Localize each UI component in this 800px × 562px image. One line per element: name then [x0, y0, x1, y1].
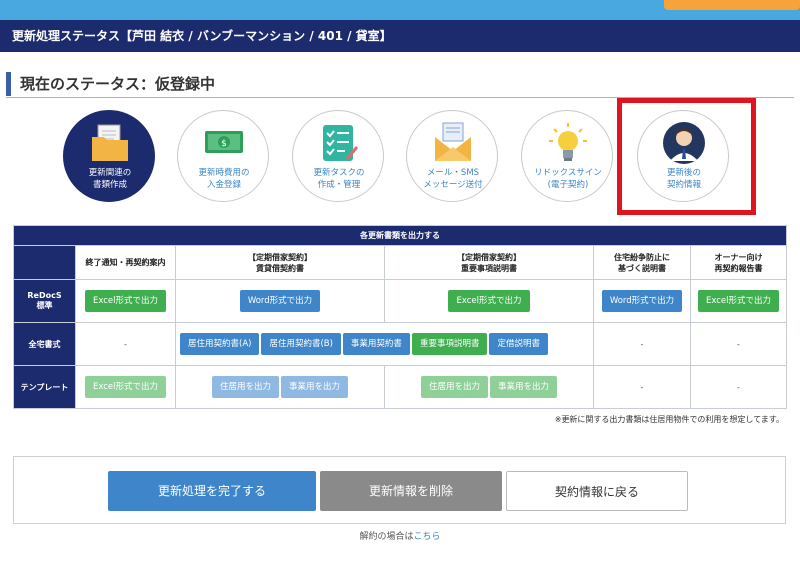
table-cell: 住居用を出力 事業用を出力 — [384, 365, 594, 409]
word-export-button[interactable]: Word形式で出力 — [239, 290, 321, 312]
table-cell: 居住用契約書(A) 居住用契約書(B) 事業用契約書 重要事項説明書 定借説明書 — [175, 322, 594, 366]
cancellation-link[interactable]: こちら — [414, 532, 441, 542]
residential-contract-b-button[interactable]: 居住用契約書(B) — [261, 333, 341, 355]
document-folder-icon — [92, 124, 128, 161]
row-header-template: テンプレート — [13, 365, 76, 409]
excel-export-button[interactable]: Excel形式で出力 — [697, 290, 780, 312]
col-header-owner-report: オーナー向け 再契約報告書 — [690, 245, 787, 280]
table-cell: Excel形式で出力 — [384, 279, 594, 323]
table-cell: - — [75, 322, 176, 366]
word-export-button[interactable]: Word形式で出力 — [601, 290, 683, 312]
table-row: 全宅書式 - 居住用契約書(A) 居住用契約書(B) 事業用契約書 重要事項説明書 定借… — [13, 322, 787, 366]
table-cell: - — [690, 322, 787, 366]
status-heading-text: 現在のステータス：仮登録中 — [20, 75, 216, 93]
table-cell: Word形式で出力 — [175, 279, 385, 323]
table-cell: - — [593, 322, 691, 366]
table-cell: 住居用を出力 事業用を出力 — [175, 365, 385, 409]
step-document-creation[interactable]: 更新関連の 書類作成 — [63, 110, 155, 202]
excel-export-button[interactable]: Excel形式で出力 — [448, 290, 530, 312]
table-cell: Excel形式で出力 — [75, 365, 176, 409]
table-row: テンプレート Excel形式で出力 住居用を出力 事業用を出力 住居用を出力 事業用… — [13, 365, 787, 409]
table-corner — [13, 245, 76, 280]
lightbulb-icon — [549, 123, 587, 161]
status-heading: 現在のステータス：仮登録中 — [6, 70, 794, 98]
back-to-contract-button[interactable]: 契約情報に戻る — [506, 471, 688, 511]
step-task-management[interactable]: 更新タスクの 作成・管理 — [292, 110, 384, 202]
fixed-term-explanation-button[interactable]: 定借説明書 — [489, 333, 548, 355]
business-template-button[interactable]: 事業用を出力 — [281, 376, 349, 398]
residential-contract-a-button[interactable]: 居住用契約書(A) — [180, 333, 260, 355]
highlight-box — [617, 98, 756, 215]
important-matters-button[interactable]: 重要事項説明書 — [411, 333, 488, 355]
col-header-important-matters: 【定期借家契約】 重要事項説明書 — [384, 245, 594, 280]
step-label: メール・SMS メッセージ送付 — [423, 168, 483, 190]
footer: 解約の場合はこちら — [0, 529, 800, 542]
table-cell: - — [593, 365, 691, 409]
step-label: 更新関連の 書類作成 — [88, 168, 132, 190]
output-documents-table: 各更新書類を出力する 終了通知・再契約案内 【定期借家契約】 賃貸借契約書 【定期… — [13, 225, 787, 409]
table-cell: - — [690, 365, 787, 409]
step-label: 更新タスクの 作成・管理 — [313, 168, 365, 190]
business-contract-button[interactable]: 事業用契約書 — [342, 333, 410, 355]
money-icon: $ — [205, 131, 243, 153]
step-payment-registration[interactable]: $ 更新時費用の 入金登録 — [177, 110, 269, 202]
footer-text: 解約の場合は — [359, 532, 414, 542]
delete-renewal-button[interactable]: 更新情報を削除 — [320, 471, 502, 511]
excel-export-button[interactable]: Excel形式で出力 — [84, 290, 167, 312]
table-title: 各更新書類を出力する — [13, 225, 787, 246]
col-header-lease-contract: 【定期借家契約】 賃貸借契約書 — [175, 245, 385, 280]
col-header-termination-notice: 終了通知・再契約案内 — [75, 245, 176, 280]
heading-accent-bar — [6, 72, 11, 96]
table-row: ReDocS 標準 Excel形式で出力 Word形式で出力 Excel形式で出力… — [13, 279, 787, 323]
row-header-redocs: ReDocS 標準 — [13, 279, 76, 323]
action-panel: 更新処理を完了する 更新情報を削除 契約情報に戻る — [13, 456, 786, 524]
row-header-zentaku: 全宅書式 — [13, 322, 76, 366]
step-ridocs-sign[interactable]: リドックスサイン (電子契約) — [521, 110, 613, 202]
excel-export-button[interactable]: Excel形式で出力 — [84, 376, 167, 398]
residential-template-button[interactable]: 住居用を出力 — [211, 376, 279, 398]
top-bar — [0, 0, 800, 20]
business-template-button[interactable]: 事業用を出力 — [490, 376, 558, 398]
table-cell: Word形式で出力 — [593, 279, 691, 323]
step-mail-sms[interactable]: メール・SMS メッセージ送付 — [406, 110, 498, 202]
top-orange-button[interactable] — [664, 0, 800, 10]
svg-text:$: $ — [221, 139, 227, 149]
residential-template-button[interactable]: 住居用を出力 — [420, 376, 488, 398]
step-label: 更新時費用の 入金登録 — [198, 168, 250, 190]
table-cell: Excel形式で出力 — [75, 279, 176, 323]
col-header-dispute-prevention: 住宅紛争防止に 基づく説明書 — [593, 245, 691, 280]
usage-note: ※更新に関する出力書類は住居用物件での利用を想定してます。 — [554, 415, 784, 424]
mail-icon — [435, 122, 471, 161]
page-title: 更新処理ステータス【芦田 結衣 / バンブーマンション / 401 / 貸室】 — [0, 20, 800, 52]
complete-renewal-button[interactable]: 更新処理を完了する — [108, 471, 316, 511]
checklist-icon — [323, 125, 359, 161]
step-label: リドックスサイン (電子契約) — [534, 168, 602, 190]
table-cell: Excel形式で出力 — [690, 279, 787, 323]
